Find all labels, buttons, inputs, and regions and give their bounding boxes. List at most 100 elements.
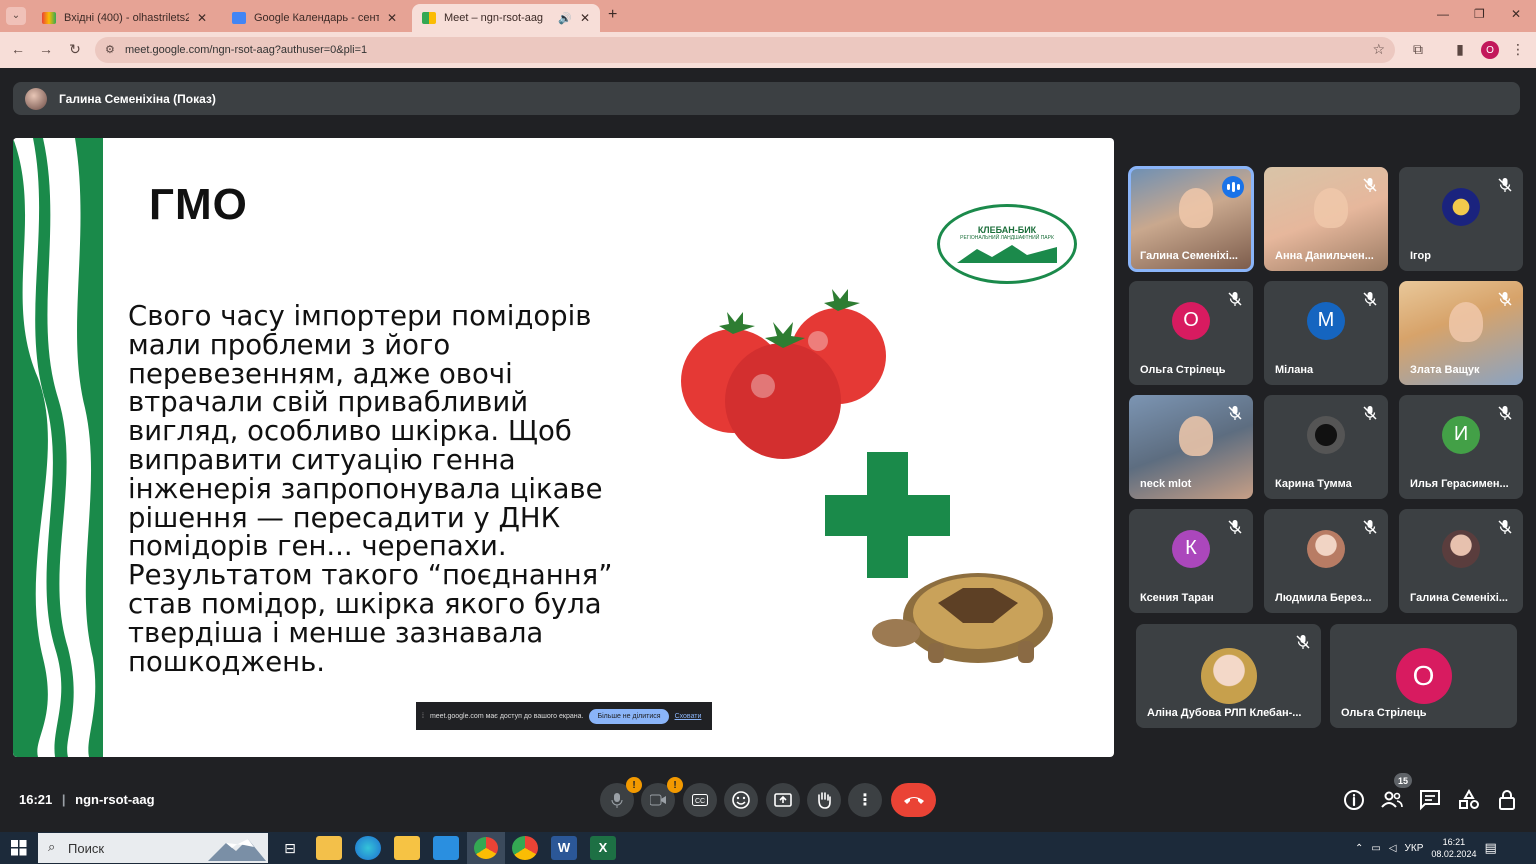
mic-off-icon xyxy=(1228,292,1242,306)
participant-tile[interactable]: Аліна Дубова РЛП Клебан-... xyxy=(1136,624,1321,728)
emoji-button[interactable] xyxy=(724,783,758,817)
excel-icon[interactable]: X xyxy=(590,836,616,860)
restore-button[interactable]: ❐ xyxy=(1474,7,1485,21)
close-icon[interactable]: ✕ xyxy=(387,11,397,25)
participant-tile[interactable]: И Илья Герасимен... xyxy=(1399,395,1523,499)
avatar xyxy=(1307,415,1345,454)
taskbar-active-app[interactable] xyxy=(467,832,505,864)
screen-share-banner: ⁞ meet.google.com має доступ до вашого е… xyxy=(416,702,712,730)
avatar xyxy=(25,87,47,110)
microphone-button[interactable]: ! xyxy=(600,777,642,817)
participant-tile[interactable]: О Ольга Стрілець xyxy=(1330,624,1517,728)
participant-tile[interactable]: О Ольга Стрілець xyxy=(1129,281,1253,385)
notifications-icon[interactable]: ▤ xyxy=(1484,840,1496,856)
warning-badge: ! xyxy=(667,777,683,793)
video-feed xyxy=(1178,187,1213,228)
tab-calendar[interactable]: Google Календарь - сентябрь ✕ xyxy=(222,4,407,32)
hide-banner-link[interactable]: Сховати xyxy=(675,713,702,720)
system-tray: ⌃ ▭ ◁ УКР 16:21 08.02.2024 ▤ xyxy=(1355,834,1497,862)
speaker-icon[interactable]: 🔊 xyxy=(558,12,572,25)
url-text: meet.google.com/ngn-rsot-aag?authuser=0&… xyxy=(125,44,368,56)
address-bar[interactable]: ⚙ meet.google.com/ngn-rsot-aag?authuser=… xyxy=(95,37,1395,63)
avatar: И xyxy=(1442,415,1480,454)
side-panel-icon[interactable]: ▮ xyxy=(1450,41,1470,58)
network-icon[interactable]: ▭ xyxy=(1371,843,1380,854)
taskbar-search[interactable]: ⌕ Поиск xyxy=(38,833,268,863)
captions-button[interactable]: CC xyxy=(683,783,717,817)
windows-start-icon[interactable] xyxy=(11,840,27,856)
leave-call-button[interactable] xyxy=(891,783,936,817)
hang-up-icon xyxy=(903,797,924,804)
video-feed xyxy=(1448,301,1483,342)
presenter-label: Галина Семеніхіна (Показ) xyxy=(59,91,216,106)
gmail-icon xyxy=(42,12,56,24)
meeting-details-icon[interactable] xyxy=(1342,788,1366,812)
back-icon[interactable]: ← xyxy=(8,41,28,57)
plus-sign-icon xyxy=(825,452,950,578)
participant-name: Аліна Дубова РЛП Клебан-... xyxy=(1147,707,1302,719)
camera-off-icon xyxy=(650,794,666,806)
profile-avatar[interactable]: O xyxy=(1481,41,1499,59)
task-view-icon[interactable]: ⊟ xyxy=(277,836,303,860)
extensions-icon[interactable]: ⧉ xyxy=(1408,41,1428,58)
language-indicator[interactable]: УКР xyxy=(1405,843,1424,854)
decorative-stripes xyxy=(13,138,103,757)
site-info-icon[interactable]: ⚙ xyxy=(105,43,115,56)
turtle-image xyxy=(872,573,1053,663)
participant-tile[interactable]: Галина Семеніхі... xyxy=(1128,166,1254,272)
mail-icon[interactable] xyxy=(433,836,459,860)
reload-icon[interactable]: ↻ xyxy=(65,41,85,58)
avatar xyxy=(1307,529,1345,568)
file-explorer-icon[interactable] xyxy=(394,836,420,860)
participant-name: Людмила Берез... xyxy=(1275,592,1372,604)
close-icon[interactable]: ✕ xyxy=(580,11,590,25)
host-controls-icon[interactable] xyxy=(1496,788,1520,812)
search-icon: ⌕ xyxy=(48,839,56,854)
people-icon[interactable] xyxy=(1380,788,1404,812)
menu-icon[interactable]: ⋮ xyxy=(1508,41,1528,58)
word-icon[interactable]: W xyxy=(551,836,577,860)
edge-icon[interactable] xyxy=(355,836,381,860)
participant-tile[interactable]: Карина Тумма xyxy=(1264,395,1388,499)
chevron-up-icon[interactable]: ⌃ xyxy=(1355,843,1363,854)
video-feed xyxy=(1178,415,1213,456)
forward-icon[interactable]: → xyxy=(36,41,56,57)
store-icon[interactable] xyxy=(316,836,342,860)
participant-tile[interactable]: Людмила Берез... xyxy=(1264,509,1388,613)
stop-sharing-button[interactable]: Більше не ділитися xyxy=(589,708,669,724)
activities-icon[interactable] xyxy=(1457,788,1481,812)
chrome-icon[interactable] xyxy=(512,836,538,860)
avatar: О xyxy=(1395,648,1452,704)
volume-icon[interactable]: ◁ xyxy=(1389,843,1397,854)
participant-tile[interactable]: К Ксения Таран xyxy=(1129,509,1253,613)
bookmark-star-icon[interactable]: ☆ xyxy=(1372,41,1385,58)
present-button[interactable] xyxy=(766,783,800,817)
meet-icon xyxy=(422,12,436,24)
mic-off-icon xyxy=(1498,520,1512,534)
drag-handle-icon[interactable]: ⁞ xyxy=(422,713,424,720)
chrome-icon xyxy=(474,837,498,859)
new-tab-button[interactable]: + xyxy=(608,6,617,24)
participant-name: Ольга Стрілець xyxy=(1140,364,1226,376)
park-logo: КЛЕБАН-БИК РЕГІОНАЛЬНИЙ ЛАНДШАФТНИЙ ПАРК xyxy=(937,204,1077,284)
participant-tile[interactable]: Анна Данильчен... xyxy=(1264,167,1388,271)
avatar xyxy=(1442,187,1480,226)
participant-tile[interactable]: Ігор xyxy=(1399,167,1523,271)
present-screen-icon xyxy=(774,793,792,807)
taskbar-clock[interactable]: 16:21 08.02.2024 xyxy=(1431,836,1476,860)
tab-gmail[interactable]: Вхідні (400) - olhastrilets20@g ✕ xyxy=(32,4,217,32)
participant-tile[interactable]: Злата Ващук xyxy=(1399,281,1523,385)
participant-tile[interactable]: Галина Семеніхі... xyxy=(1399,509,1523,613)
participant-tile[interactable]: neck mlot xyxy=(1129,395,1253,499)
close-window-button[interactable]: ✕ xyxy=(1511,7,1521,21)
raise-hand-button[interactable] xyxy=(807,783,841,817)
more-options-button[interactable]: ⋮ xyxy=(848,783,882,817)
tab-search-icon[interactable]: ⌄ xyxy=(6,7,26,25)
chat-icon[interactable] xyxy=(1418,788,1442,812)
minimize-button[interactable]: — xyxy=(1437,7,1449,21)
participant-tile[interactable]: М Мілана xyxy=(1264,281,1388,385)
camera-button[interactable]: ! xyxy=(641,777,683,817)
tab-meet[interactable]: Meet – ngn-rsot-aag 🔊 ✕ xyxy=(412,4,600,32)
participant-name: Мілана xyxy=(1275,364,1314,376)
close-icon[interactable]: ✕ xyxy=(197,11,207,25)
